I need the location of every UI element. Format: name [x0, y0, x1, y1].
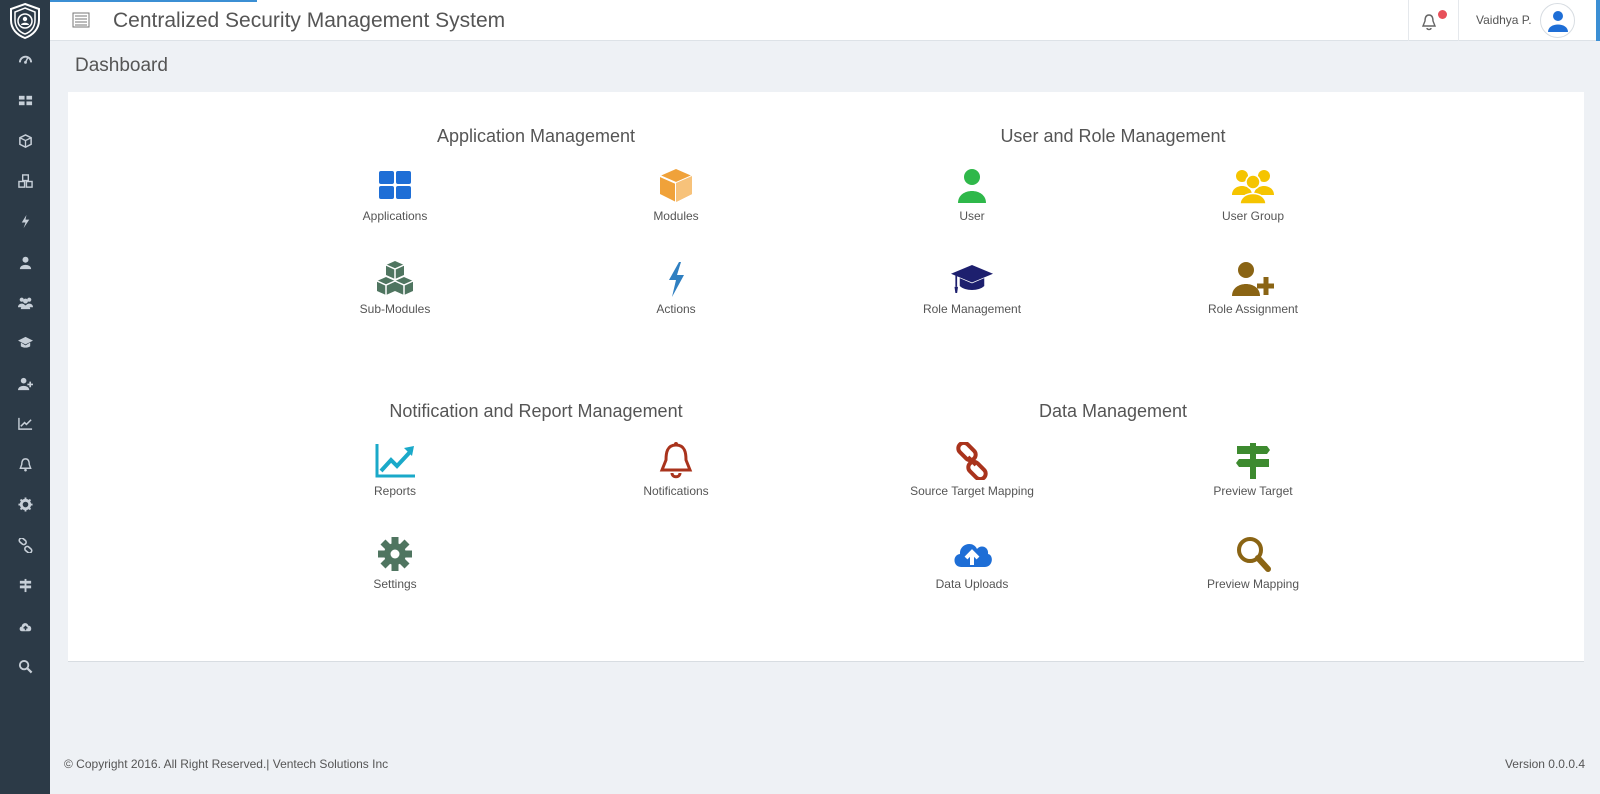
tile-label: Notifications — [643, 484, 709, 498]
sidebar-item-modules[interactable] — [15, 131, 35, 151]
line-chart-icon — [375, 444, 415, 478]
tile-label: Data Uploads — [935, 577, 1009, 591]
users-icon — [1232, 170, 1274, 205]
line-chart-icon — [17, 417, 32, 430]
notification-bell-icon[interactable] — [1418, 11, 1440, 33]
sidebar-item-data-uploads[interactable] — [15, 616, 35, 636]
graduation-cap-icon — [951, 265, 993, 293]
section-title-application-management: Application Management — [436, 126, 636, 146]
bolt-icon — [21, 214, 29, 228]
sidebar-item-source-target-mapping[interactable] — [15, 535, 35, 555]
section-title-data-management: Data Management — [1038, 401, 1188, 421]
tile-sub-modules[interactable]: Sub-Modules — [320, 260, 470, 320]
user-plus-icon — [1232, 262, 1274, 296]
sidebar-item-role-assignment[interactable] — [15, 373, 35, 393]
cubes-icon — [376, 261, 414, 295]
tile-applications[interactable]: Applications — [320, 167, 470, 227]
signpost-icon — [1236, 443, 1270, 479]
tile-label: Preview Mapping — [1206, 577, 1300, 591]
section-title-notification-report-management: Notification and Report Management — [389, 401, 683, 421]
tile-user[interactable]: User — [897, 167, 1047, 227]
app-title: Centralized Security Management System — [113, 9, 506, 32]
tile-role-assignment[interactable]: Role Assignment — [1178, 260, 1328, 320]
tile-source-target-mapping[interactable]: Source Target Mapping — [897, 442, 1047, 502]
sidebar-item-user[interactable] — [15, 252, 35, 272]
search-icon — [1237, 537, 1271, 572]
link-icon — [956, 442, 988, 480]
topbar-accent-bar — [1596, 0, 1600, 41]
sidebar-item-role-management[interactable] — [15, 332, 35, 352]
tile-label: Source Target Mapping — [910, 484, 1034, 498]
cube-icon — [659, 169, 693, 202]
tile-label: Reports — [373, 484, 417, 498]
page-title: Dashboard — [75, 55, 168, 76]
tile-label: Preview Target — [1213, 484, 1293, 498]
sidebar-item-settings[interactable] — [15, 494, 35, 514]
sidebar-item-notifications[interactable] — [15, 454, 35, 474]
sidebar-item-preview-target[interactable] — [15, 575, 35, 595]
footer-version: Version 0.0.0.4 — [1504, 757, 1585, 771]
page-load-progress — [50, 0, 257, 2]
signpost-icon — [19, 578, 31, 592]
menu-toggle-icon[interactable] — [72, 12, 90, 28]
th-large-icon — [379, 171, 411, 199]
tile-label: Settings — [373, 577, 417, 591]
tile-label: Role Management — [922, 302, 1022, 316]
tile-label: Applications — [362, 209, 428, 223]
tile-actions[interactable]: Actions — [601, 260, 751, 320]
shield-logo-icon[interactable] — [6, 2, 44, 40]
sidebar-item-actions[interactable] — [15, 211, 35, 231]
cloud-upload-icon — [954, 543, 992, 567]
notification-badge — [1438, 10, 1447, 19]
topbar-divider — [1458, 0, 1459, 41]
tile-user-group[interactable]: User Group — [1178, 167, 1328, 227]
tile-data-uploads[interactable]: Data Uploads — [897, 535, 1047, 595]
applications-grid-icon — [18, 95, 32, 105]
user-avatar[interactable] — [1540, 3, 1575, 38]
gear-icon — [378, 537, 412, 571]
cube-icon — [18, 133, 32, 148]
tile-label: Actions — [656, 302, 696, 316]
cloud-upload-icon — [19, 622, 31, 631]
gear-icon — [17, 496, 33, 512]
tile-reports[interactable]: Reports — [320, 442, 470, 502]
bell-icon — [659, 442, 693, 479]
sidebar — [0, 0, 50, 794]
cubes-icon — [17, 173, 33, 188]
tile-modules[interactable]: Modules — [601, 167, 751, 227]
user-icon — [958, 169, 986, 203]
dashboard-panel: Application Management User and Role Man… — [68, 92, 1584, 662]
users-icon — [17, 297, 33, 309]
user-plus-icon — [17, 377, 33, 390]
topbar-divider — [1408, 0, 1409, 41]
tile-preview-mapping[interactable]: Preview Mapping — [1178, 535, 1328, 595]
sidebar-item-user-group[interactable] — [15, 292, 35, 312]
search-icon — [18, 659, 32, 673]
top-bar: Centralized Security Management System V… — [50, 0, 1600, 41]
tile-label: Modules — [653, 209, 699, 223]
tile-label: Role Assignment — [1207, 302, 1299, 316]
dashboard-icon — [18, 55, 32, 64]
bolt-icon — [669, 262, 684, 297]
tile-preview-target[interactable]: Preview Target — [1178, 442, 1328, 502]
user-name[interactable]: Vaidhya P. — [1476, 13, 1532, 27]
sidebar-item-dashboard[interactable] — [15, 49, 35, 69]
tile-label: Sub-Modules — [359, 302, 431, 316]
sidebar-item-preview-mapping[interactable] — [15, 656, 35, 676]
sidebar-item-sub-modules[interactable] — [15, 171, 35, 191]
section-title-user-role-management: User and Role Management — [1000, 126, 1226, 146]
user-icon — [19, 256, 31, 269]
tile-label: User — [959, 209, 985, 223]
link-icon — [17, 537, 33, 553]
tile-role-management[interactable]: Role Management — [897, 260, 1047, 320]
footer-copyright: © Copyright 2016. All Right Reserved.| V… — [64, 757, 389, 771]
user-avatar-icon — [1547, 10, 1568, 32]
sidebar-item-reports[interactable] — [15, 413, 35, 433]
sidebar-item-applications[interactable] — [15, 90, 35, 110]
tile-settings[interactable]: Settings — [320, 535, 470, 595]
graduation-cap-icon — [17, 336, 33, 348]
tile-notifications[interactable]: Notifications — [601, 442, 751, 502]
tile-label: User Group — [1221, 209, 1285, 223]
bell-icon — [18, 457, 32, 471]
